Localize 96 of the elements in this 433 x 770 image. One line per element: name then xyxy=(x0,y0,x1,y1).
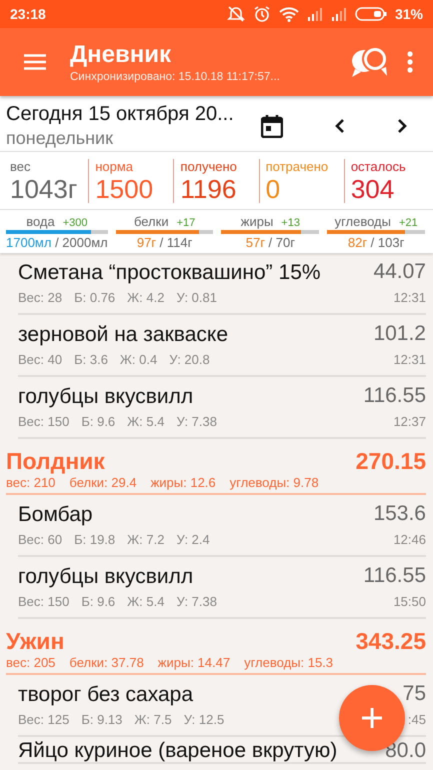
entry-time: :45 xyxy=(408,712,426,727)
food-nutrient: Ж: 5.4 xyxy=(127,594,164,609)
food-nutrient: У: 7.38 xyxy=(176,414,217,429)
food-name[interactable]: творог без сахара xyxy=(18,680,194,710)
entry-time: 12:37 xyxy=(393,414,426,429)
stat-value: 1500 xyxy=(95,174,154,204)
macro-delta: +17 xyxy=(176,217,196,229)
entry-time: 12:46 xyxy=(393,532,426,547)
stat-label: получено xyxy=(180,159,237,174)
food-name[interactable]: Сметана “простоквашино” 15% xyxy=(18,258,321,288)
meal-nutrient: белки: 37.78 xyxy=(69,655,144,670)
battery-icon xyxy=(354,7,387,21)
food-nutrient: Вес: 150 xyxy=(18,594,70,609)
stat-value: 1196 xyxy=(180,174,236,204)
macro-amount: 82г / 103г xyxy=(348,235,404,250)
food-calories: 153.6 xyxy=(373,501,426,527)
weekday-label: понедельник xyxy=(6,128,113,148)
signal-icon xyxy=(306,7,323,21)
food-nutrient: Б: 9.13 xyxy=(81,712,122,727)
macro-delta: +21 xyxy=(398,217,418,229)
stat-label: вес xyxy=(10,159,30,174)
food-name[interactable]: голубцы вкусвилл xyxy=(18,382,194,412)
chevron-left-icon xyxy=(335,118,345,134)
food-nutrient: Ж: 0.4 xyxy=(120,352,158,367)
food-nutrient: У: 7.38 xyxy=(176,594,217,609)
food-nutrient: Вес: 150 xyxy=(18,414,70,429)
food-nutrient: Б: 0.76 xyxy=(74,290,116,305)
food-nutrient: Ж: 7.2 xyxy=(127,532,164,547)
food-calories: 116.55 xyxy=(363,563,426,589)
macro-amount: 97г / 114г xyxy=(136,235,192,250)
sync-status: Синхронизировано: 15.10.18 11:17:57... xyxy=(70,71,280,83)
screen-title: Дневник xyxy=(70,41,171,69)
macro-delta: +300 xyxy=(62,217,88,229)
meal-title: Ужин xyxy=(6,627,64,655)
food-nutrient: У: 0.81 xyxy=(176,290,217,305)
food-nutrient: Б: 9.6 xyxy=(81,414,116,429)
stat-label: осталось xyxy=(350,159,406,174)
food-name[interactable]: Яйцо куриное (вареное вкрутую) xyxy=(18,740,338,762)
stat-label: норма xyxy=(95,159,134,174)
food-nutrient: У: 20.8 xyxy=(169,352,210,367)
food-nutrient: Ж: 5.4 xyxy=(127,414,164,429)
entry-time: 12:31 xyxy=(393,352,426,367)
entry-time: 15:50 xyxy=(393,594,426,609)
macro-label: белки xyxy=(134,214,169,229)
menu-icon[interactable] xyxy=(24,54,46,70)
stat-label: потрачено xyxy=(266,159,328,174)
macro-label: углеводы xyxy=(334,214,391,229)
food-nutrient: Ж: 4.2 xyxy=(127,290,164,305)
food-nutrient: Вес: 125 xyxy=(18,712,70,727)
entry-time: 12:31 xyxy=(393,290,426,305)
stat-value: 304 xyxy=(350,174,394,204)
food-nutrient: Ж: 7.5 xyxy=(134,712,172,727)
meal-nutrient: вес: 210 xyxy=(6,475,56,490)
food-nutrient: Б: 3.6 xyxy=(74,352,108,367)
stat-value: 1043г xyxy=(10,174,78,204)
food-calories: 44.07 xyxy=(373,259,426,285)
food-name[interactable]: зерновой на закваске xyxy=(18,320,228,350)
meal-nutrient: углеводы: 15.3 xyxy=(244,655,334,670)
meal-nutrient: углеводы: 9.78 xyxy=(230,475,319,490)
meal-nutrient: жиры: 14.47 xyxy=(158,655,230,670)
stat-value: 0 xyxy=(266,174,280,204)
battery-percent: 31% xyxy=(394,6,423,22)
meal-calories: 270.15 xyxy=(356,447,426,475)
plus-icon xyxy=(361,707,383,729)
calendar-icon xyxy=(261,114,283,138)
macro-delta: +13 xyxy=(281,217,300,229)
food-nutrient: Б: 19.8 xyxy=(74,532,116,547)
chevron-right-icon xyxy=(397,118,407,134)
macro-amount: 57г / 70г xyxy=(246,235,295,250)
food-nutrient: Вес: 28 xyxy=(18,290,62,305)
chat-bubbles-icon[interactable] xyxy=(351,45,389,79)
meal-nutrient: белки: 29.4 xyxy=(69,475,137,490)
meal-nutrient: жиры: 12.6 xyxy=(150,475,216,490)
macro-label: жиры xyxy=(240,214,274,229)
muted-bell-icon xyxy=(226,5,245,23)
food-nutrient: У: 2.4 xyxy=(176,532,210,547)
food-nutrient: У: 12.5 xyxy=(184,712,224,727)
macro-label: вода xyxy=(26,214,55,229)
alarm-icon xyxy=(252,5,271,23)
meal-title: Полдник xyxy=(6,447,105,475)
food-calories: 101.2 xyxy=(373,321,426,347)
date-title: Сегодня 15 октября 20... xyxy=(6,102,234,126)
food-nutrient: Вес: 60 xyxy=(18,532,62,547)
more-options-icon[interactable] xyxy=(407,51,413,73)
food-calories: 75 xyxy=(402,681,426,707)
clock-time: 23:18 xyxy=(10,6,46,22)
wifi-icon xyxy=(278,6,299,22)
signal-icon xyxy=(330,7,347,21)
meal-calories: 343.25 xyxy=(356,627,426,655)
food-nutrient: Вес: 40 xyxy=(18,352,62,367)
meal-nutrient: вес: 205 xyxy=(6,655,56,670)
food-nutrient: Б: 9.6 xyxy=(81,594,116,609)
food-name[interactable]: голубцы вкусвилл xyxy=(18,562,194,592)
food-name[interactable]: Бомбар xyxy=(18,500,93,530)
food-calories: 116.55 xyxy=(363,383,426,409)
macro-amount: 1700мл / 2000мл xyxy=(6,235,108,250)
